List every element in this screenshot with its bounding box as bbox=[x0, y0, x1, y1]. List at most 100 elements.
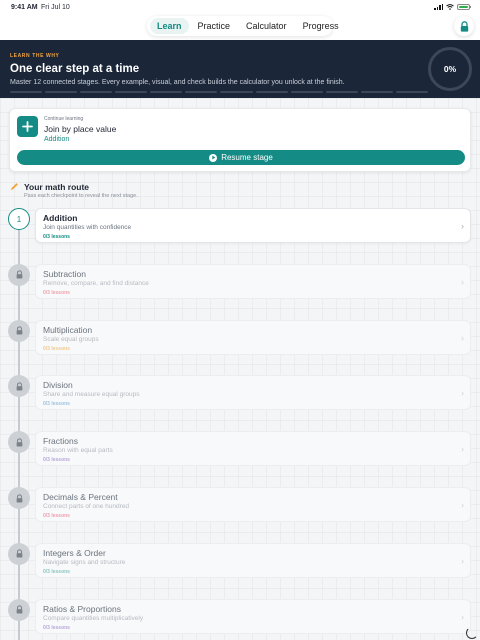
chevron-right-icon: › bbox=[461, 500, 464, 510]
wifi-icon bbox=[446, 4, 454, 10]
status-bar: 9:41 AM Fri Jul 10 bbox=[0, 0, 480, 14]
hero-banner: LEARN THE WHY One clear step at a time M… bbox=[0, 40, 480, 98]
stage-card[interactable]: Multiplication Scale equal groups 0/3 less… bbox=[35, 319, 471, 355]
loading-spinner-icon bbox=[466, 627, 478, 639]
stage-card[interactable]: Fractions Reason with equal parts 0/3 less… bbox=[35, 431, 471, 467]
stage-name: Subtraction bbox=[43, 268, 86, 279]
top-navigation: Learn Practice Calculator Progress bbox=[0, 14, 480, 40]
continue-learning-card[interactable]: Continue learning Join by place value Ad… bbox=[9, 108, 471, 172]
hero-headline: One clear step at a time bbox=[10, 63, 140, 75]
stage-progress-segment bbox=[290, 91, 323, 93]
stage-row: Multiplication Scale equal groups 0/3 less… bbox=[0, 319, 480, 356]
continue-eyebrow: Continue learning bbox=[44, 116, 84, 122]
stage-lesson-count: 0/3 lessons bbox=[43, 401, 70, 408]
tab-practice[interactable]: Practice bbox=[191, 18, 238, 34]
stage-description: Join quantities with confidence bbox=[43, 224, 132, 231]
stage-description: Connect parts of one hundred bbox=[43, 503, 130, 510]
hero-eyebrow: LEARN THE WHY bbox=[10, 53, 60, 59]
hero-description: Master 12 connected stages. Every exampl… bbox=[10, 79, 345, 86]
lock-icon bbox=[8, 263, 30, 286]
tab-calculator[interactable]: Calculator bbox=[239, 18, 294, 34]
plus-icon bbox=[17, 116, 38, 137]
stage-lesson-count: 0/3 lessons bbox=[43, 234, 70, 240]
play-icon bbox=[209, 153, 218, 162]
stage-name: Addition bbox=[43, 213, 78, 223]
stage-card[interactable]: Integers & Order Navigate signs and struc… bbox=[35, 542, 471, 578]
chevron-right-icon: › bbox=[461, 444, 464, 455]
stage-description: Reason with equal parts bbox=[43, 447, 113, 455]
stage-lesson-count: 0/3 lessons bbox=[43, 568, 70, 575]
stage-card[interactable]: Subtraction Remove, compare, and find dis… bbox=[35, 263, 471, 299]
stage-card[interactable]: Ratios & Proportions Compare quantities m… bbox=[35, 598, 471, 634]
stage-name: Integers & Order bbox=[43, 547, 106, 558]
stage-progress-segment bbox=[360, 91, 393, 93]
status-date: Fri Jul 10 bbox=[41, 4, 70, 11]
stage-progress-bars bbox=[10, 91, 428, 93]
stage-progress-segment bbox=[395, 91, 428, 93]
battery-icon bbox=[457, 4, 471, 10]
progress-ring: 0% bbox=[428, 47, 472, 91]
stage-progress-segment bbox=[10, 91, 43, 93]
lock-button[interactable] bbox=[454, 16, 474, 36]
lock-icon bbox=[460, 20, 468, 32]
stage-card[interactable]: Decimals & Percent Connect parts of one h… bbox=[35, 487, 471, 522]
stage-lesson-count: 0/3 lessons bbox=[43, 289, 70, 296]
stage-progress-segment bbox=[80, 91, 113, 93]
stage-progress-segment bbox=[255, 91, 288, 93]
stage-progress-segment bbox=[115, 91, 148, 93]
stage-row: 1 Addition Join quantities with confidence… bbox=[0, 208, 480, 244]
stage-name: Fractions bbox=[43, 436, 78, 447]
status-time: 9:41 AM bbox=[11, 4, 38, 11]
tab-bar: Learn Practice Calculator Progress bbox=[147, 16, 339, 36]
resume-stage-button[interactable]: Resume stage bbox=[17, 150, 465, 165]
chevron-right-icon: › bbox=[461, 221, 464, 231]
chevron-right-icon: › bbox=[461, 332, 464, 343]
stage-card[interactable]: Addition Join quantities with confidence 0… bbox=[35, 208, 471, 243]
stage-name: Multiplication bbox=[43, 324, 93, 335]
chevron-right-icon: › bbox=[461, 276, 464, 287]
route-subtitle: Pass each checkpoint to reveal the next … bbox=[24, 193, 138, 199]
stage-number-badge: 1 bbox=[8, 208, 30, 230]
stage-description: Share and measure equal groups bbox=[43, 391, 140, 399]
chevron-right-icon: › bbox=[461, 555, 464, 566]
stage-progress-segment bbox=[45, 91, 78, 93]
stage-lesson-count: 0/3 lessons bbox=[43, 345, 70, 352]
stage-name: Division bbox=[43, 380, 73, 391]
lock-icon bbox=[8, 319, 30, 342]
tab-learn[interactable]: Learn bbox=[150, 18, 189, 34]
continue-title: Join by place value bbox=[44, 124, 117, 134]
stage-row: Integers & Order Navigate signs and struc… bbox=[0, 542, 480, 579]
stage-row: Fractions Reason with equal parts 0/3 less… bbox=[0, 431, 480, 467]
lock-icon bbox=[8, 431, 30, 454]
tab-progress[interactable]: Progress bbox=[296, 18, 346, 34]
stage-progress-segment bbox=[185, 91, 218, 93]
progress-percent: 0% bbox=[443, 64, 457, 74]
stage-row: Decimals & Percent Connect parts of one h… bbox=[0, 487, 480, 523]
lock-icon bbox=[8, 487, 30, 509]
resume-stage-label: Resume stage bbox=[221, 153, 273, 162]
pencil-icon bbox=[11, 183, 18, 190]
route-title: Your math route bbox=[24, 182, 90, 192]
lock-icon bbox=[8, 598, 30, 621]
stage-name: Decimals & Percent bbox=[43, 492, 118, 502]
stage-card[interactable]: Division Share and measure equal groups 0/… bbox=[35, 375, 471, 411]
lock-icon bbox=[8, 542, 30, 565]
stage-progress-segment bbox=[325, 91, 358, 93]
lock-icon bbox=[8, 375, 30, 398]
status-icons bbox=[434, 4, 471, 10]
stage-row: Division Share and measure equal groups 0/… bbox=[0, 375, 480, 411]
stage-lesson-count: 0/3 lessons bbox=[43, 513, 70, 519]
stage-progress-segment bbox=[220, 91, 253, 93]
stage-progress-segment bbox=[150, 91, 183, 93]
stage-description: Scale equal groups bbox=[43, 335, 99, 343]
chevron-right-icon: › bbox=[461, 611, 464, 622]
continue-subtitle: Addition bbox=[44, 136, 70, 143]
cellular-icon bbox=[434, 4, 443, 10]
stage-row: Subtraction Remove, compare, and find dis… bbox=[0, 263, 480, 300]
stage-description: Compare quantities multiplicatively bbox=[43, 614, 144, 622]
stage-lesson-count: 0/3 lessons bbox=[43, 624, 70, 631]
stage-description: Navigate signs and structure bbox=[43, 558, 126, 566]
stage-lesson-count: 0/3 lessons bbox=[43, 457, 70, 464]
stage-name: Ratios & Proportions bbox=[43, 603, 121, 614]
stage-row: Ratios & Proportions Compare quantities m… bbox=[0, 598, 480, 635]
